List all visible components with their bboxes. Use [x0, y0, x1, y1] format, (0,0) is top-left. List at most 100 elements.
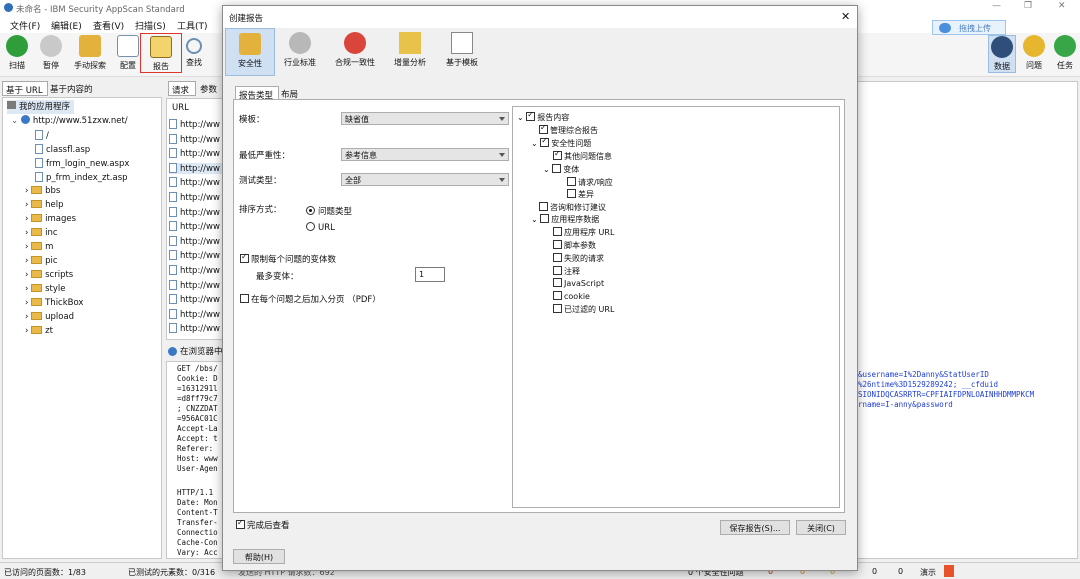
tab-content-based[interactable]: 基于内容的: [50, 83, 93, 95]
tree-root[interactable]: 我的应用程序: [7, 100, 75, 114]
tasks-view-button[interactable]: 任务: [1052, 35, 1078, 71]
tab-compliance[interactable]: 合规一致性: [327, 28, 383, 76]
url-row[interactable]: http://ww: [169, 250, 220, 261]
view-after-checkbox[interactable]: 完成后查看: [236, 518, 290, 531]
url-row[interactable]: http://ww: [169, 221, 220, 232]
tree-site[interactable]: ⌄ http://www.51zxw.net/: [11, 115, 128, 129]
tree-folder[interactable]: › inc: [25, 228, 58, 242]
sort-by-url[interactable]: URL: [306, 222, 335, 233]
response-line: Vary: Acc: [177, 548, 218, 557]
url-row[interactable]: http://ww: [169, 162, 225, 174]
tree-folder[interactable]: › style: [25, 284, 66, 298]
dialog-close-icon[interactable]: ✕: [841, 10, 850, 23]
menu-tools[interactable]: 工具(T): [177, 19, 208, 32]
tree-folder[interactable]: › zt: [25, 326, 53, 340]
close-icon[interactable]: ✕: [1058, 1, 1066, 11]
restore-icon[interactable]: ❐: [1024, 1, 1032, 11]
url-row[interactable]: http://ww: [169, 192, 220, 203]
tree-item[interactable]: frm_login_new.aspx: [35, 158, 129, 172]
tab-delta-analysis[interactable]: 增量分析: [385, 28, 435, 76]
folder-icon: [31, 312, 43, 320]
app-icon: [4, 3, 13, 12]
url-row[interactable]: http://ww: [169, 206, 220, 218]
limit-variants-checkbox[interactable]: 限制每个问题的变体数: [240, 252, 336, 265]
file-icon: [169, 265, 177, 275]
tree-folder[interactable]: › scripts: [25, 270, 73, 284]
url-row[interactable]: http://ww: [169, 119, 220, 130]
content-node[interactable]: JavaScript: [553, 278, 604, 291]
find-button[interactable]: 查找: [184, 35, 204, 68]
status-extra-label: 演示: [920, 568, 936, 577]
template-select[interactable]: 缺省值: [341, 112, 509, 125]
tree-item[interactable]: /: [35, 130, 49, 144]
tab-params[interactable]: 参数: [200, 83, 217, 95]
save-report-button[interactable]: 保存报告(S)...: [720, 520, 790, 535]
menu-file[interactable]: 文件(F): [10, 19, 40, 32]
content-node[interactable]: ⌄ 安全性问题: [531, 136, 591, 151]
content-node[interactable]: 已过滤的 URL: [553, 304, 614, 317]
manual-explore-button[interactable]: 手动探索: [70, 35, 110, 71]
minimize-icon[interactable]: —: [992, 1, 1001, 11]
close-button[interactable]: 关闭(C): [796, 520, 846, 535]
tab-url-based[interactable]: 基于 URL: [2, 81, 48, 96]
content-node[interactable]: 失败的请求: [553, 253, 604, 266]
content-node[interactable]: 脚本参数: [553, 240, 596, 253]
ribbon-icon: [344, 32, 366, 54]
page-break-checkbox[interactable]: 在每个问题之后加入分页 （PDF）: [240, 293, 381, 305]
tree-folder[interactable]: › m: [25, 242, 53, 256]
tree-folder[interactable]: › ThickBox: [25, 298, 83, 312]
min-severity-select[interactable]: 参考信息: [341, 148, 509, 161]
tab-report-type[interactable]: 报告类型: [235, 86, 279, 101]
document-icon: [451, 32, 473, 54]
scan-button[interactable]: 扫描: [4, 35, 30, 71]
status-count-info: 0: [872, 567, 878, 576]
test-type-select[interactable]: 全部: [341, 173, 509, 186]
content-node[interactable]: 其他问题信息: [553, 149, 612, 164]
content-node[interactable]: ⌄ 变体: [543, 164, 579, 177]
issues-view-button[interactable]: 问题: [1021, 35, 1047, 71]
tab-request[interactable]: 请求: [168, 81, 196, 96]
max-variants-input[interactable]: 1: [415, 267, 445, 282]
tree-folder[interactable]: › help: [25, 200, 63, 214]
report-button[interactable]: 报告: [140, 33, 182, 73]
content-node[interactable]: 差异: [567, 189, 594, 202]
tab-industry-standard[interactable]: 行业标准: [275, 28, 325, 76]
menu-edit[interactable]: 编辑(E): [51, 19, 82, 32]
radio-icon: [306, 206, 315, 215]
content-node[interactable]: cookie: [553, 291, 590, 304]
tab-template-based[interactable]: 基于模板: [437, 28, 487, 76]
url-row[interactable]: http://ww: [169, 235, 220, 247]
url-row[interactable]: http://ww: [169, 148, 220, 159]
tree-folder[interactable]: › images: [25, 214, 76, 228]
content-node[interactable]: 应用程序 URL: [553, 227, 614, 240]
pause-button[interactable]: 暂停: [38, 35, 64, 71]
upload-pill[interactable]: 拖拽上传: [932, 20, 1006, 35]
template-label: 模板：: [239, 115, 265, 125]
dialog-title: 创建报告: [229, 14, 264, 24]
url-row[interactable]: http://ww: [169, 265, 220, 276]
url-column-header: URL: [172, 103, 189, 113]
data-view-button[interactable]: 数据: [988, 35, 1016, 73]
tree-item[interactable]: p_frm_index_zt.asp: [35, 172, 128, 186]
tree-folder[interactable]: › upload: [25, 312, 74, 326]
report-type-panel: 模板： 缺省值 最低严重性： 参考信息 测试类型： 全部 排序方式： 问题类型 …: [233, 99, 845, 513]
content-node[interactable]: ⌄ 应用程序数据: [531, 214, 599, 227]
status-count-extra: 0: [898, 567, 904, 576]
tree-folder[interactable]: › bbs: [25, 186, 60, 200]
tree-folder[interactable]: › pic: [25, 256, 58, 270]
tab-security[interactable]: 安全性: [225, 28, 275, 76]
sort-by-issue-type[interactable]: 问题类型: [306, 205, 352, 217]
url-row[interactable]: http://ww: [169, 308, 220, 320]
config-button[interactable]: 配置: [116, 35, 140, 71]
tray-icons[interactable]: [944, 565, 1076, 577]
tree-item[interactable]: classfl.asp: [35, 144, 90, 158]
url-row[interactable]: http://ww: [169, 177, 220, 188]
url-row[interactable]: http://ww: [169, 279, 220, 291]
url-row[interactable]: http://ww: [169, 323, 220, 334]
help-button[interactable]: 帮助(H): [233, 549, 285, 564]
menu-view[interactable]: 查看(V): [93, 19, 124, 32]
request-line: Host: www: [177, 454, 218, 463]
menu-scan[interactable]: 扫描(S): [135, 19, 166, 32]
url-row[interactable]: http://ww: [169, 294, 220, 305]
url-row[interactable]: http://ww: [169, 133, 220, 145]
